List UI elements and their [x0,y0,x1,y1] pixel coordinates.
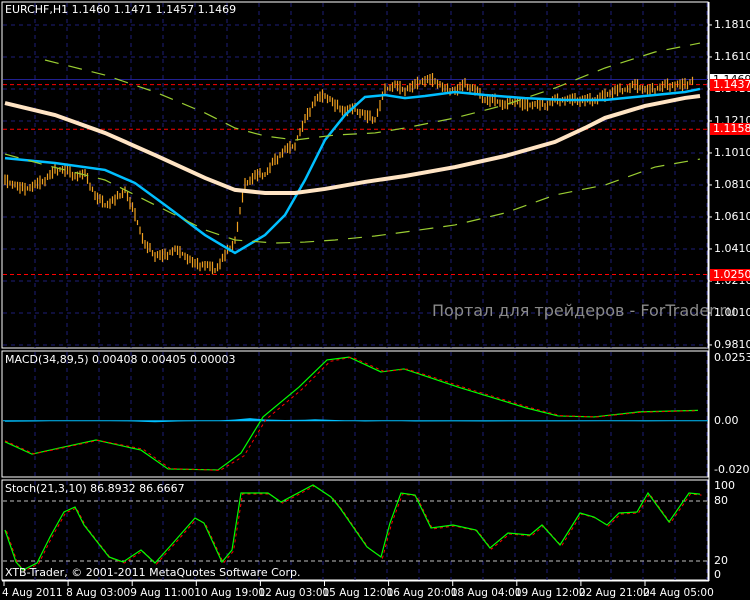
main-chart-title: EURCHF,H1 1.1460 1.1471 1.1457 1.1469 [5,3,237,16]
stoch-axis-label: 0 [714,568,721,581]
macd-axis-label: 0.00 [714,413,739,427]
time-axis-label: 15 Aug 12:00 [322,587,394,599]
macd-line [4,356,699,471]
macd-axis-label: 0.02534 [714,351,750,364]
macd-histogram-bar [265,419,285,421]
macd-histogram-bar [335,419,365,422]
price-level-tag: 1.1158 [710,123,750,136]
macd-histogram-bar [525,420,565,422]
macd-histogram-bar [415,420,455,422]
time-axis-label: 19 Aug 12:00 [514,587,586,599]
stoch-title: Stoch(21,3,10) 86.8932 86.6667 [5,482,185,495]
macd-histogram-bar [250,418,265,421]
copyright-text: XTB-Trader, © 2001-2011 MetaQuotes Softw… [5,566,301,579]
time-axis-label: 16 Aug 20:00 [386,587,458,599]
macd-histogram-bar [155,420,185,423]
stoch-axis-label: 20 [714,554,728,567]
time-axis-label: 24 Aug 05:00 [643,587,714,599]
macd-histogram-bar [485,420,525,422]
time-axis-label: 4 Aug 2011 [2,587,63,599]
stoch-axis-label: 80 [714,494,728,507]
time-axis-label: 22 Aug 21:00 [578,587,650,599]
macd-axis-label: -0.02059 [714,463,750,476]
macd-histogram-bar [285,419,305,421]
stoch-k-line [4,484,701,571]
price-axis-label: 1.0410 [714,241,750,255]
price-axis-label: 1.1810 [714,17,750,31]
price-axis-label: 1.1010 [714,145,750,159]
time-axis-label: 9 Aug 11:00 [130,587,195,599]
time-axis-label: 10 Aug 19:00 [194,587,266,599]
time-axis-label: 18 Aug 04:00 [450,587,522,599]
chart-canvas[interactable] [0,0,750,600]
price-axis-label: 1.0010 [714,305,750,319]
macd-histogram-bar [235,418,250,421]
macd-histogram-bar [125,420,155,423]
macd-signal-line [4,356,699,471]
series-envelope-upper [44,42,701,141]
price-level-tag: 1.0250 [710,268,750,281]
price-axis-label: 1.1610 [714,49,750,63]
macd-histogram-bar [5,420,35,422]
price-axis-label: 0.9810 [714,337,750,351]
series-envelope-lower [4,153,701,244]
price-axis-label: 1.0610 [714,209,750,223]
price-level-tag: 1.1437 [710,78,750,91]
macd-histogram-bar [455,420,485,422]
time-axis-label: 12 Aug 03:00 [258,587,330,599]
watermark: Портал для трейдеров - ForTrader.ru [432,301,737,320]
macd-histogram-bar [305,419,315,421]
time-axis-label: 8 Aug 03:00 [66,587,131,599]
price-axis-label: 1.0810 [714,177,750,191]
macd-histogram-bar [315,419,335,421]
stoch-axis-label: 100 [714,479,735,492]
macd-title: MACD(34,89,5) 0.00408 0.00405 0.00003 [5,353,236,366]
